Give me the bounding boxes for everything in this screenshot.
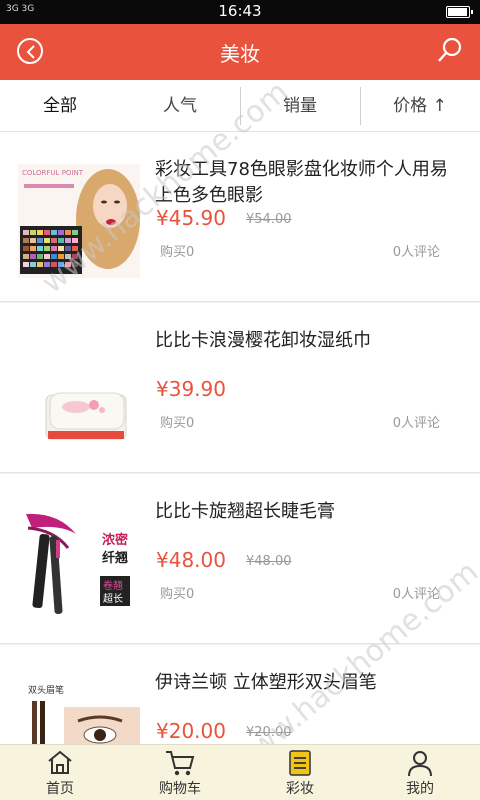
nav-label: 彩妆 [286,781,314,797]
product-old-price: ¥54.00 [246,212,292,227]
filter-tabs: 全部 人气 销量 价格 ↑ [0,80,480,132]
battery-icon [446,6,473,18]
user-icon [406,749,434,781]
product-name[interactable]: 彩妆工具78色眼影盘化妆师个人用易上色多色眼影 [155,157,460,209]
nav-makeup[interactable]: 彩妆 [240,745,360,800]
product-old-price: ¥48.00 [246,554,292,569]
nav-cart[interactable]: 购物车 [120,745,240,800]
mascara-label-dense: 浓密 [102,532,128,548]
home-icon [46,749,74,779]
product-item[interactable]: 浓密 纤翘 卷翘 超长 比比卡旋翘超长睫毛膏 ¥48.00 ¥48.00 购买0… [0,474,480,644]
palette-brand-text: COLORFUL POINT [22,169,84,177]
bottom-nav: 首页 购物车 彩妆 我的 [0,744,480,800]
app-header: 美妆 [0,24,480,80]
tab-all[interactable]: 全部 [0,80,120,131]
product-comment-count: 0人评论 [392,587,440,602]
mascara-label-curl: 卷翘 [103,579,123,592]
tab-sales[interactable]: 销量 [240,80,360,131]
product-sold-count: 购买0 [160,587,195,602]
nav-label: 购物车 [159,781,201,797]
product-price: ¥48.00 [156,548,226,572]
nav-home[interactable]: 首页 [0,745,120,800]
tab-price[interactable]: 价格 ↑ [360,80,480,131]
product-old-price: ¥20.00 [246,725,292,740]
list-icon [288,749,312,781]
product-name[interactable]: 伊诗兰顿 立体塑形双头眉笔 [155,670,460,696]
nav-label: 我的 [406,781,434,797]
product-image-eyebrow-pencil: 双头眉笔 [18,677,140,744]
mascara-label-long: 超长 [103,592,123,605]
page-title: 美妆 [220,42,260,66]
product-price: ¥39.90 [156,377,226,401]
product-price: ¥20.00 [156,719,226,743]
product-item[interactable]: COLORFUL POINT 彩妆工具78色眼影盘化妆师个人用易上色多色眼影 ¥… [0,132,480,302]
eyebrow-pencil-label: 双头眉笔 [28,684,64,696]
product-image-makeup-wipes [18,335,140,449]
product-comment-count: 0人评论 [392,245,440,260]
product-item[interactable]: 双头眉笔 伊诗兰顿 立体塑形双头眉笔 ¥20.00 ¥20.00 [0,645,480,744]
product-item[interactable]: 比比卡浪漫樱花卸妆湿纸巾 ¥39.90 购买0 0人评论 [0,303,480,473]
product-image-eyeshadow-palette: COLORFUL POINT [18,164,140,278]
tab-popularity[interactable]: 人气 [120,80,240,131]
search-icon[interactable] [436,36,464,64]
product-sold-count: 购买0 [160,245,195,260]
mascara-label-slim: 纤翘 [102,550,128,566]
product-name[interactable]: 比比卡旋翘超长睫毛膏 [155,499,460,525]
product-comment-count: 0人评论 [392,416,440,431]
product-list: COLORFUL POINT 彩妆工具78色眼影盘化妆师个人用易上色多色眼影 ¥… [0,132,480,744]
product-price: ¥45.90 [156,206,226,230]
product-sold-count: 购买0 [160,416,195,431]
product-image-mascara: 浓密 纤翘 卷翘 超长 [18,506,140,620]
product-name[interactable]: 比比卡浪漫樱花卸妆湿纸巾 [155,328,460,354]
nav-label: 首页 [46,781,74,797]
clock: 16:43 [218,2,262,20]
cart-icon [164,749,196,781]
status-bar: 3G 3G 16:43 [0,0,480,24]
nav-mine[interactable]: 我的 [360,745,480,800]
